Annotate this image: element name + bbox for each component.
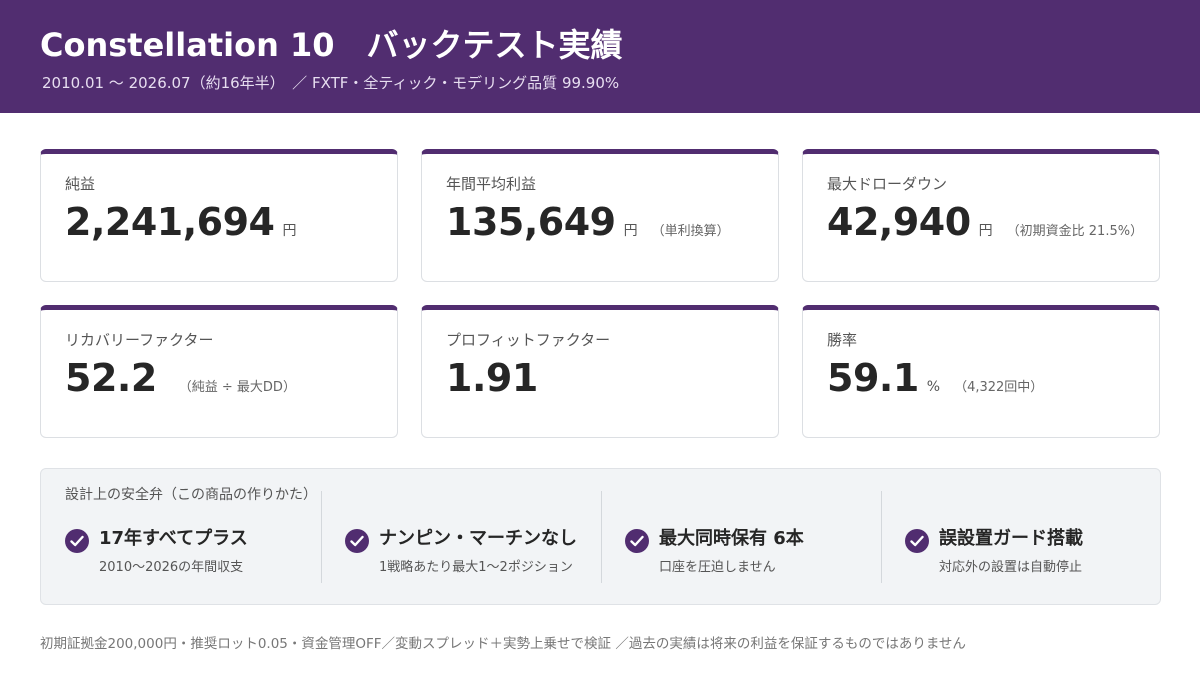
feature-divider <box>881 491 882 583</box>
stat-label: 最大ドローダウン <box>827 175 948 193</box>
stat-note: （純益 ÷ 最大DD） <box>178 380 296 395</box>
stat-unit: 円 <box>623 223 638 239</box>
stat-note: （単利換算） <box>651 224 730 239</box>
feature-divider <box>321 491 322 583</box>
feature-title: ナンピン・マーチンなし <box>379 528 577 549</box>
feature-desc: 対応外の設置は自動停止 <box>939 560 1083 575</box>
feature-title: 誤設置ガード搭載 <box>939 528 1083 549</box>
feature-title: 最大同時保有 6本 <box>659 528 804 549</box>
stat-label: プロフィットファクター <box>446 331 611 349</box>
feature-desc: 1戦略あたり最大1〜2ポジション <box>379 560 573 575</box>
feature-divider <box>601 491 602 583</box>
stat-value: 42,940 <box>827 200 971 244</box>
disclaimer-footer: 初期証拠金200,000円・推奨ロット0.05・資金管理OFF／変動スプレッド＋… <box>40 636 966 652</box>
check-circle-icon <box>65 529 89 553</box>
design-heading: 設計上の安全弁（この商品の作りかた） <box>65 487 317 503</box>
stat-unit: 円 <box>282 223 297 239</box>
stat-label: 純益 <box>65 175 96 193</box>
stat-card-net-profit: 純益 2,241,694 円 <box>40 149 398 282</box>
design-safety-panel: 設計上の安全弁（この商品の作りかた） 17年すべてプラス 2010〜2026の年… <box>40 468 1161 605</box>
stat-card-annual-avg-profit: 年間平均利益 135,649 円 （単利換算） <box>421 149 779 282</box>
feature-all-years-positive: 17年すべてプラス 2010〜2026の年間収支 <box>65 524 325 594</box>
feature-no-martingale: ナンピン・マーチンなし 1戦略あたり最大1〜2ポジション <box>345 524 605 594</box>
stat-label: 勝率 <box>827 331 858 349</box>
stat-label: リカバリーファクター <box>65 331 214 349</box>
feature-misplacement-guard: 誤設置ガード搭載 対応外の設置は自動停止 <box>905 524 1165 594</box>
stat-value: 135,649 <box>446 200 616 244</box>
page-title: Constellation 10 バックテスト実績 <box>40 26 623 64</box>
stat-unit: 円 <box>978 223 993 239</box>
stat-card-max-drawdown: 最大ドローダウン 42,940 円 （初期資金比 21.5%） <box>802 149 1160 282</box>
stat-value: 59.1 <box>827 356 919 400</box>
stat-card-win-rate: 勝率 59.1 % （4,322回中） <box>802 305 1160 438</box>
stat-note: （初期資金比 21.5%） <box>1006 224 1144 239</box>
feature-max-positions: 最大同時保有 6本 口座を圧迫しません <box>625 524 885 594</box>
stat-value: 2,241,694 <box>65 200 275 244</box>
stat-value: 52.2 <box>65 356 157 400</box>
stat-label: 年間平均利益 <box>446 175 537 193</box>
stat-note: （4,322回中） <box>954 380 1044 395</box>
header-banner: Constellation 10 バックテスト実績 2010.01 〜 2026… <box>0 0 1200 113</box>
feature-title: 17年すべてプラス <box>99 528 248 549</box>
check-circle-icon <box>345 529 369 553</box>
page-subtitle: 2010.01 〜 2026.07（約16年半） ／ FXTF・全ティック・モデ… <box>42 74 620 92</box>
check-circle-icon <box>905 529 929 553</box>
feature-desc: 2010〜2026の年間収支 <box>99 560 244 575</box>
stat-unit: % <box>926 379 941 395</box>
stat-card-recovery-factor: リカバリーファクター 52.2 （純益 ÷ 最大DD） <box>40 305 398 438</box>
check-circle-icon <box>625 529 649 553</box>
stat-card-profit-factor: プロフィットファクター 1.91 <box>421 305 779 438</box>
stat-value: 1.91 <box>446 356 538 400</box>
feature-desc: 口座を圧迫しません <box>659 560 776 575</box>
